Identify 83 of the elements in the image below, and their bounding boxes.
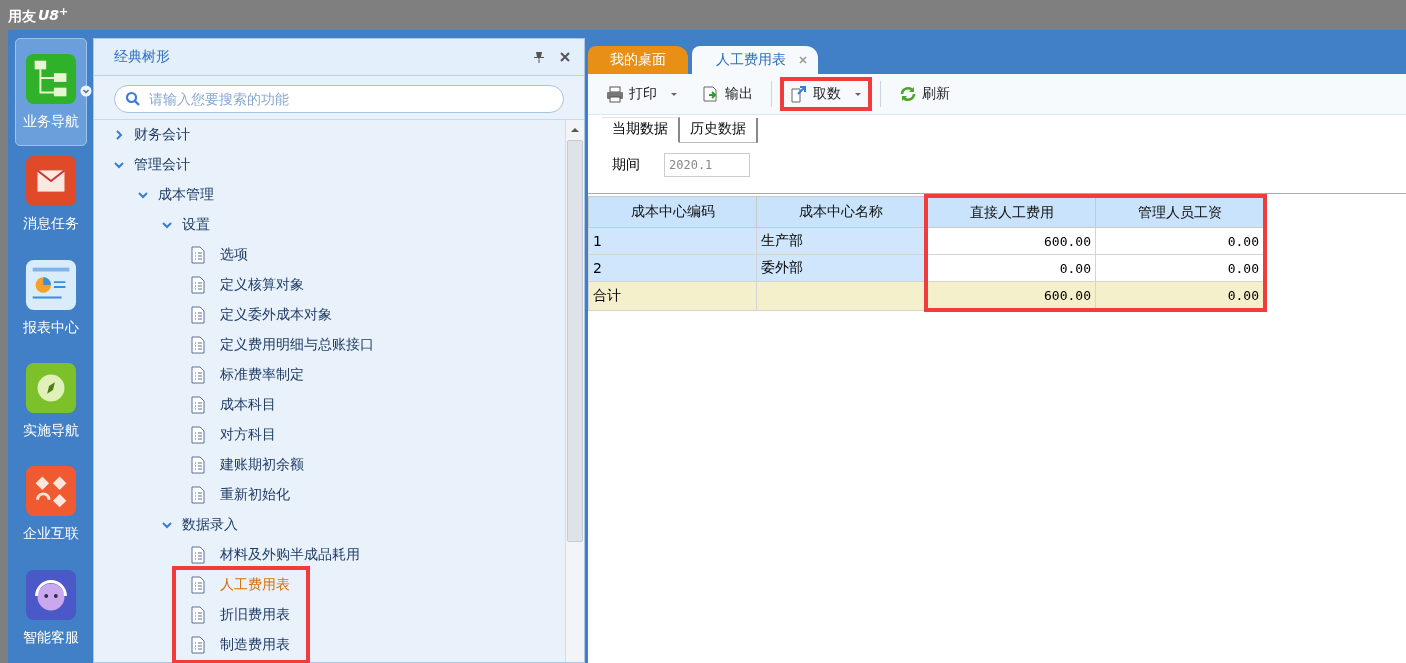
document-icon (190, 306, 206, 324)
document-icon (190, 636, 206, 654)
column-header[interactable]: 直接人工费用 (926, 196, 1096, 228)
tree-node[interactable]: 定义核算对象 (186, 276, 304, 294)
tree-node[interactable]: 建账期初余额 (186, 456, 304, 474)
document-icon (190, 606, 206, 624)
refresh-icon (899, 85, 917, 103)
tree-node[interactable]: 定义委外成本对象 (186, 306, 332, 324)
document-icon (190, 546, 206, 564)
export-icon (702, 85, 720, 103)
close-icon[interactable] (798, 55, 808, 65)
table-cell: 合计 (588, 281, 757, 310)
document-icon (190, 366, 206, 384)
document-icon (190, 426, 206, 444)
tree-node[interactable]: 设置 (162, 216, 210, 234)
period-field[interactable]: 2020.1 (664, 153, 750, 177)
nav-item[interactable]: 报表中心 (15, 249, 86, 346)
field-label: 期间 (612, 156, 640, 174)
close-icon[interactable] (558, 50, 572, 64)
chevron-down-icon[interactable] (162, 520, 172, 530)
document-icon (190, 246, 206, 264)
nav-item[interactable]: 消息任务 (15, 146, 86, 243)
table-cell: 生产部 (756, 227, 926, 255)
printer-icon (606, 85, 624, 103)
search-icon (125, 91, 141, 107)
tree-node[interactable]: 成本科目 (186, 396, 276, 414)
toolbar-button[interactable]: 刷新 (889, 77, 960, 111)
import-icon (790, 85, 808, 103)
nav-item[interactable]: 企业互联 (15, 456, 86, 553)
tree-node[interactable]: 管理会计 (114, 156, 190, 174)
scroll-up-icon[interactable] (570, 126, 580, 134)
tree-node[interactable]: 材料及外购半成品耗用 (186, 546, 360, 564)
document-icon (190, 456, 206, 474)
chevron-down-icon[interactable] (114, 160, 124, 170)
chevron-right-icon[interactable] (114, 130, 124, 140)
diamonds-icon (24, 465, 77, 518)
toolbar-button[interactable]: 取数 (780, 77, 872, 111)
column-header[interactable]: 成本中心名称 (756, 196, 926, 228)
table-cell: 0.00 (1095, 281, 1265, 310)
tree-node[interactable]: 制造费用表 (186, 636, 290, 654)
chevron-down-icon[interactable] (162, 220, 172, 230)
document-icon (190, 396, 206, 414)
document-icon (190, 276, 206, 294)
tree-node[interactable]: 定义费用明细与总账接口 (186, 336, 374, 354)
tree-node[interactable]: 成本管理 (138, 186, 214, 204)
scrollbar[interactable] (565, 120, 584, 662)
dropdown-icon[interactable] (79, 85, 92, 97)
compass-icon (24, 362, 77, 415)
document-icon (190, 336, 206, 354)
tree-folders-icon (24, 53, 77, 106)
table-cell: 600.00 (926, 281, 1096, 310)
tab[interactable]: 人工费用表 (692, 46, 818, 74)
table-cell: 0.00 (1095, 227, 1265, 255)
search-field[interactable]: 请输入您要搜索的功能 (114, 85, 564, 113)
tree-node[interactable]: 折旧费用表 (186, 606, 290, 624)
caret-icon (854, 91, 862, 97)
column-header[interactable]: 成本中心编码 (588, 196, 757, 228)
tree-node[interactable]: 对方科目 (186, 426, 276, 444)
headset-face-icon (24, 568, 77, 621)
tree-node[interactable]: 财务会计 (114, 126, 190, 144)
app-logo: 用友 U8$^{+}$ (8, 4, 69, 26)
column-header[interactable]: 管理人员工资 (1095, 196, 1265, 228)
document-icon (190, 486, 206, 504)
toolbar-button[interactable]: 打印 (596, 77, 688, 111)
panel-title: 经典树形 (114, 48, 171, 66)
tab[interactable]: 历史数据 (680, 118, 758, 143)
report-chart-icon (24, 258, 77, 311)
table-cell: 委外部 (756, 254, 926, 282)
nav-item[interactable]: 智能客服 (15, 559, 86, 656)
tree-node[interactable]: 标准费率制定 (186, 366, 304, 384)
tree-node[interactable]: 重新初始化 (186, 486, 290, 504)
chevron-down-icon[interactable] (138, 190, 148, 200)
tab[interactable]: 当期数据 (602, 117, 680, 143)
tree-node[interactable]: 数据录入 (162, 516, 238, 534)
table-cell: 2 (588, 254, 757, 282)
toolbar-button[interactable]: 输出 (692, 77, 763, 111)
tree-node[interactable]: 选项 (186, 246, 248, 264)
nav-item[interactable]: 实施导航 (15, 352, 86, 450)
table-cell: 600.00 (926, 227, 1096, 255)
table-cell: 1 (588, 227, 757, 255)
pin-icon[interactable] (532, 50, 546, 64)
document-icon (190, 576, 206, 594)
caret-icon (670, 91, 678, 97)
